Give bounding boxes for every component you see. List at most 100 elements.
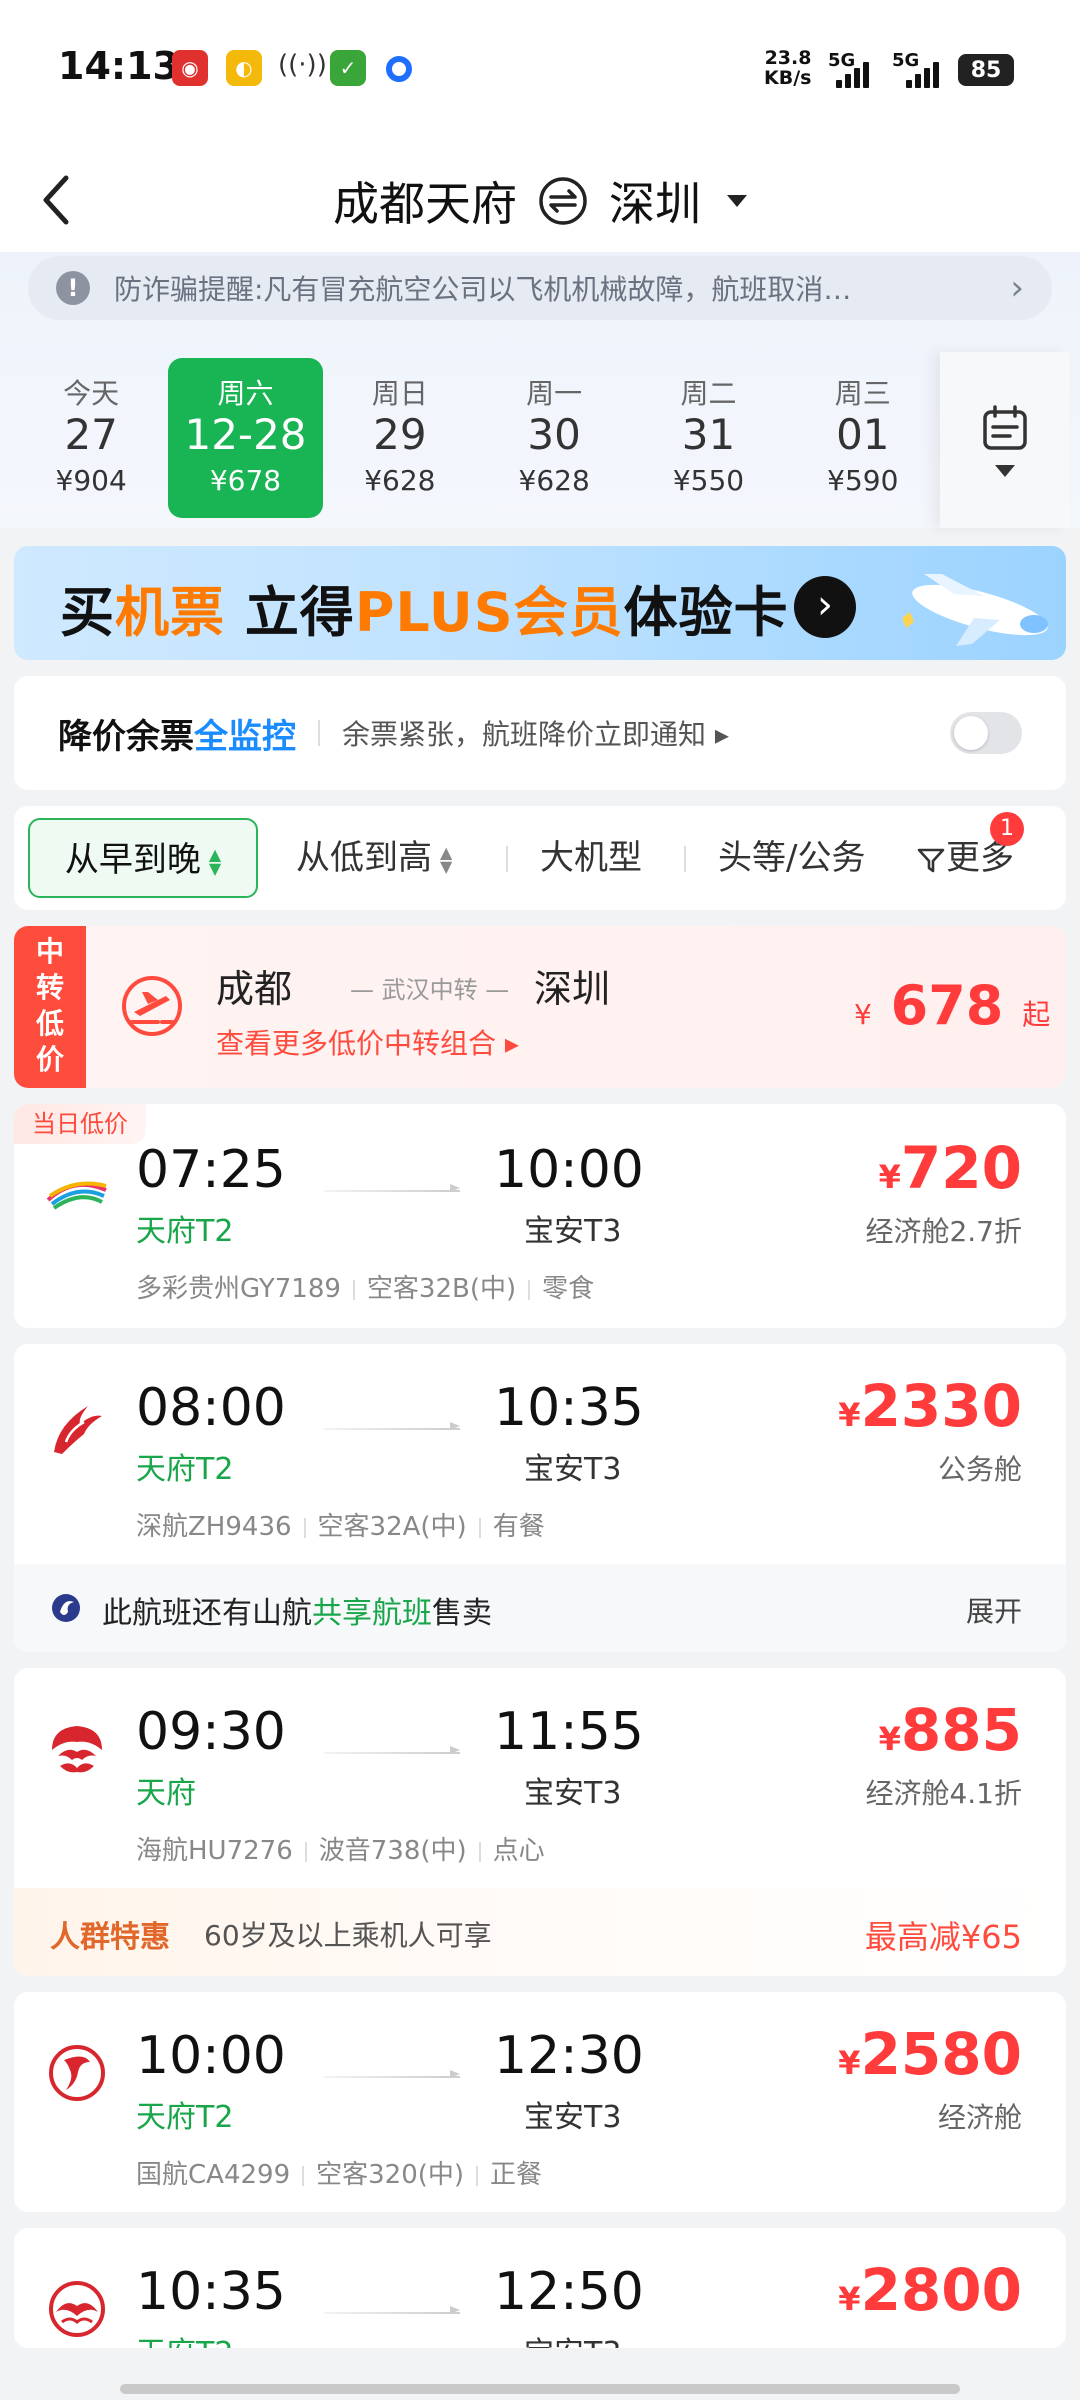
flight-meta: 深航ZH9436 空客32A(中) 有餐 bbox=[136, 1512, 545, 1542]
flight-arrow bbox=[324, 1184, 460, 1192]
transfer-low-price-card[interactable]: 中转低价 成都 — 武汉中转 — 深圳 查看更多低价中转组合 ▸ ¥ 678 起 bbox=[14, 926, 1066, 1088]
status-time: 14:13 bbox=[58, 44, 179, 88]
hainan-airlines-logo-icon bbox=[52, 1726, 102, 1773]
transfer-plane-icon bbox=[122, 976, 182, 1036]
destination-city: 深圳 bbox=[609, 177, 701, 231]
flight-card[interactable]: 10:35 12:50 天府T2 宝安T3 ¥2800 bbox=[14, 2228, 1066, 2348]
date-price: ¥628 bbox=[364, 464, 436, 497]
banner-text: 买机票 立得PLUS会员体验卡 bbox=[60, 581, 789, 644]
codeshare-text: 此航班还有山航共享航班售卖 bbox=[102, 1596, 492, 1631]
flight-price: ¥2330 bbox=[838, 1372, 1022, 1440]
flight-arrow bbox=[324, 1746, 460, 1754]
price-watch-desc[interactable]: 余票紧张，航班降价立即通知 ▸ bbox=[342, 713, 950, 753]
air-china-logo-icon bbox=[49, 2045, 105, 2101]
date-strip: 今天 27 ¥904 周六 12-28 ¥678 周日 29 ¥628 周一 3… bbox=[0, 350, 940, 530]
sichuan-airlines-logo-icon bbox=[49, 2281, 105, 2337]
flight-card[interactable]: 08:00 10:35 天府T2 宝安T3 深航ZH9436 空客32A(中) 有餐… bbox=[14, 1344, 1066, 1652]
date-item-sun[interactable]: 周日 29 ¥628 bbox=[323, 358, 477, 518]
date-price: ¥590 bbox=[827, 464, 899, 497]
caret-down-icon bbox=[727, 195, 747, 207]
codeshare-row[interactable]: 此航班还有山航共享航班售卖 展开 bbox=[14, 1564, 1066, 1652]
filter-count-badge: 1 bbox=[990, 812, 1024, 846]
price-watch-title: 降价余票全监控 bbox=[58, 716, 296, 757]
sort-early-to-late[interactable]: 从早到晚 ▲ ▼ bbox=[28, 818, 258, 898]
origin-city: 成都天府 bbox=[333, 177, 517, 231]
departure-terminal: 天府 bbox=[136, 1776, 196, 1811]
date-week: 周一 bbox=[526, 377, 583, 410]
chevron-right-icon: › bbox=[1010, 268, 1024, 308]
arrival-terminal: 宝安T3 bbox=[524, 1214, 622, 1249]
transfer-destination: 深圳 bbox=[534, 967, 611, 1011]
date-item-wed[interactable]: 周三 01 ¥590 bbox=[786, 358, 940, 518]
expand-button[interactable]: 展开 bbox=[966, 1590, 1022, 1630]
battery-indicator: 85 bbox=[958, 54, 1014, 86]
flight-card[interactable]: 10:00 12:30 天府T2 宝安T3 国航CA4299 空客320(中) 正餐… bbox=[14, 1992, 1066, 2212]
sort-bar: 从早到晚 ▲ ▼ 从低到高 ▲ ▼ 大机型 头等/公务 更多 bbox=[14, 806, 1066, 910]
departure-time: 08:00 bbox=[136, 1378, 286, 1438]
transfer-more-link[interactable]: 查看更多低价中转组合 ▸ bbox=[216, 1022, 519, 1062]
arrival-time: 12:50 bbox=[494, 2262, 644, 2322]
flight-card[interactable]: 09:30 11:55 天府 宝安T3 海航HU7276 波音738(中) 点心 ¥… bbox=[14, 1668, 1066, 1976]
flight-arrow bbox=[324, 1422, 460, 1430]
filter-large-aircraft[interactable]: 大机型 bbox=[540, 818, 642, 898]
date-item-selected[interactable]: 周六 12-28 ¥678 bbox=[168, 358, 323, 518]
date-day: 30 bbox=[527, 410, 581, 459]
signal-bars-icon-2 bbox=[906, 60, 939, 88]
sort-arrows-icon: ▲ ▼ bbox=[208, 844, 222, 878]
shandong-airlines-icon bbox=[52, 1594, 80, 1622]
filter-icon bbox=[917, 848, 945, 872]
date-week: 周日 bbox=[371, 377, 428, 410]
promo-discount: 最高减¥65 bbox=[864, 1918, 1022, 1956]
date-item-mon[interactable]: 周一 30 ¥628 bbox=[477, 358, 631, 518]
calendar-button[interactable] bbox=[940, 352, 1070, 528]
alert-icon: ! bbox=[56, 271, 90, 305]
date-day: 12-28 bbox=[184, 410, 307, 459]
cabin-class: 经济舱 bbox=[937, 2101, 1022, 2134]
divider bbox=[684, 846, 686, 872]
flight-arrow bbox=[324, 2306, 460, 2314]
netease-music-icon: ◉ bbox=[172, 50, 208, 86]
transfer-tag: 中转低价 bbox=[14, 926, 86, 1088]
flight-price: ¥720 bbox=[878, 1134, 1022, 1202]
flight-price: ¥2580 bbox=[838, 2020, 1022, 2088]
flight-price: ¥885 bbox=[878, 1696, 1022, 1764]
notice-text: 防诈骗提醒:凡有冒充航空公司以飞机机械故障，航班取消… bbox=[114, 273, 852, 306]
flight-meta: 海航HU7276 波音738(中) 点心 bbox=[136, 1836, 545, 1866]
weibo-icon: ◐ bbox=[226, 50, 262, 86]
cabin-class: 公务舱 bbox=[937, 1453, 1022, 1486]
departure-time: 10:35 bbox=[136, 2262, 286, 2322]
header: 成都天府 深圳 bbox=[0, 140, 1080, 252]
caret-down-icon bbox=[995, 465, 1015, 477]
gesture-nav-bar[interactable] bbox=[120, 2384, 960, 2394]
app-circle-icon bbox=[386, 56, 412, 82]
price-watch-toggle[interactable] bbox=[950, 712, 1022, 754]
signal-bars-icon bbox=[836, 60, 869, 88]
flight-meta: 国航CA4299 空客320(中) 正餐 bbox=[136, 2160, 543, 2190]
date-day: 27 bbox=[64, 410, 118, 459]
date-item-tue[interactable]: 周二 31 ¥550 bbox=[631, 358, 785, 518]
status-bar: 14:13 ◉ ◐ ((·)) ✓ 23.8 KB/s 5G 5G 85 bbox=[0, 0, 1080, 140]
date-item-today[interactable]: 今天 27 ¥904 bbox=[14, 358, 168, 518]
plus-member-banner[interactable]: 买机票 立得PLUS会员体验卡 › bbox=[14, 546, 1066, 660]
route-title[interactable]: 成都天府 深圳 bbox=[0, 168, 1080, 234]
flight-arrow bbox=[324, 2070, 460, 2078]
departure-time: 10:00 bbox=[136, 2026, 286, 2086]
date-price: ¥550 bbox=[672, 464, 745, 497]
network-speed: 23.8 KB/s bbox=[764, 47, 812, 89]
filter-first-business[interactable]: 头等/公务 bbox=[718, 818, 894, 898]
flight-card[interactable]: 当日低价 07:25 10:00 天府T2 宝安T3 多彩贵州GY7189 空客3… bbox=[14, 1104, 1066, 1328]
fraud-notice[interactable]: ! 防诈骗提醒:凡有冒充航空公司以飞机机械故障，航班取消… › bbox=[28, 256, 1052, 320]
colorful-guizhou-logo-icon bbox=[46, 1181, 107, 1210]
date-week: 今天 bbox=[63, 377, 120, 410]
date-day: 29 bbox=[373, 410, 427, 459]
cabin-class: 经济舱2.7折 bbox=[865, 1215, 1022, 1248]
date-week: 周三 bbox=[834, 377, 891, 410]
departure-terminal: 天府T2 bbox=[136, 2328, 233, 2348]
senior-promo-row[interactable]: 人群特惠 60岁及以上乘机人可享 最高减¥65 bbox=[14, 1888, 1066, 1976]
price-watch-row: 降价余票全监控 余票紧张，航班降价立即通知 ▸ bbox=[14, 676, 1066, 790]
promo-tag: 人群特惠 bbox=[50, 1920, 170, 1955]
swap-icon[interactable] bbox=[537, 175, 589, 227]
day-low-badge: 当日低价 bbox=[14, 1104, 146, 1144]
departure-terminal: 天府T2 bbox=[136, 2100, 234, 2135]
sort-low-to-high[interactable]: 从低到高 ▲ ▼ bbox=[296, 818, 452, 898]
